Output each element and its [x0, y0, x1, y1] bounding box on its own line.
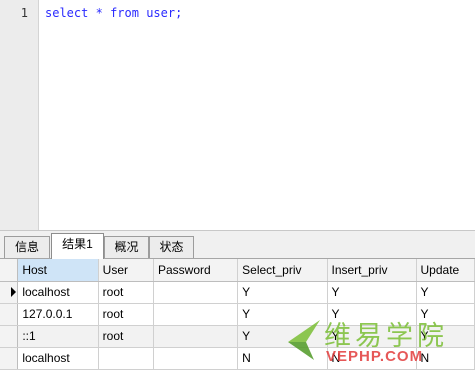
sql-keyword-from: from: [110, 6, 139, 20]
table-cell[interactable]: N: [416, 347, 475, 370]
column-header-select-priv[interactable]: Select_priv: [237, 259, 328, 282]
table-cell[interactable]: 127.0.0.1: [17, 303, 99, 326]
table-cell[interactable]: root: [98, 303, 154, 326]
table-cell[interactable]: Y: [416, 303, 475, 326]
table-cell[interactable]: N: [237, 347, 328, 370]
table-cell[interactable]: root: [98, 325, 154, 348]
table-cell[interactable]: localhost: [17, 281, 99, 304]
row-indicator: [0, 303, 19, 326]
line-number: 1: [20, 6, 28, 20]
table-cell[interactable]: Y: [416, 281, 475, 304]
table-cell[interactable]: Y: [237, 325, 328, 348]
table-row[interactable]: ::1 root Y Y Y: [0, 325, 475, 348]
table-cell[interactable]: Y: [327, 325, 417, 348]
row-indicator-header: [0, 259, 19, 282]
tab-status[interactable]: 状态: [149, 236, 194, 258]
table-cell[interactable]: Y: [237, 303, 328, 326]
table-cell[interactable]: [153, 347, 239, 370]
column-header-update[interactable]: Update: [416, 259, 475, 282]
line-number-gutter: 1: [0, 0, 39, 230]
result-tab-bar: 信息 结果1 概况 状态: [0, 230, 475, 259]
result-table: Host User Password Select_priv Insert_pr…: [0, 259, 475, 370]
result-grid[interactable]: Host User Password Select_priv Insert_pr…: [0, 258, 475, 373]
row-indicator: [0, 325, 19, 348]
table-cell[interactable]: Y: [237, 281, 328, 304]
table-cell[interactable]: localhost: [17, 347, 99, 370]
current-row-indicator: [0, 281, 19, 304]
table-cell[interactable]: [98, 347, 154, 370]
table-cell[interactable]: ::1: [17, 325, 99, 348]
row-indicator: [0, 347, 19, 370]
table-cell[interactable]: N: [327, 347, 417, 370]
column-header-host[interactable]: Host: [17, 259, 99, 282]
table-row[interactable]: localhost root Y Y Y: [0, 281, 475, 304]
tab-info[interactable]: 信息: [4, 236, 50, 258]
table-cell[interactable]: root: [98, 281, 154, 304]
tab-profile[interactable]: 概况: [104, 236, 149, 258]
table-cell[interactable]: [153, 325, 239, 348]
tab-result-1[interactable]: 结果1: [51, 233, 104, 259]
sql-code-line[interactable]: select * from user;: [45, 6, 182, 20]
sql-star: *: [95, 6, 103, 20]
column-header-password[interactable]: Password: [153, 259, 239, 282]
sql-editor[interactable]: 1 select * from user;: [0, 0, 475, 230]
table-cell[interactable]: [153, 303, 239, 326]
column-header-user[interactable]: User: [98, 259, 154, 282]
column-header-insert-priv[interactable]: Insert_priv: [327, 259, 417, 282]
table-row[interactable]: 127.0.0.1 root Y Y Y: [0, 303, 475, 326]
table-header-row: Host User Password Select_priv Insert_pr…: [0, 259, 475, 282]
table-cell[interactable]: Y: [416, 325, 475, 348]
table-cell[interactable]: Y: [327, 281, 417, 304]
sql-keyword-select: select: [45, 6, 89, 20]
sql-table-name: user: [146, 6, 176, 20]
table-cell[interactable]: Y: [327, 303, 417, 326]
row-pointer-icon: [11, 287, 16, 297]
sql-semicolon: ;: [175, 6, 183, 20]
table-row[interactable]: localhost N N N: [0, 347, 475, 370]
table-cell[interactable]: [153, 281, 239, 304]
